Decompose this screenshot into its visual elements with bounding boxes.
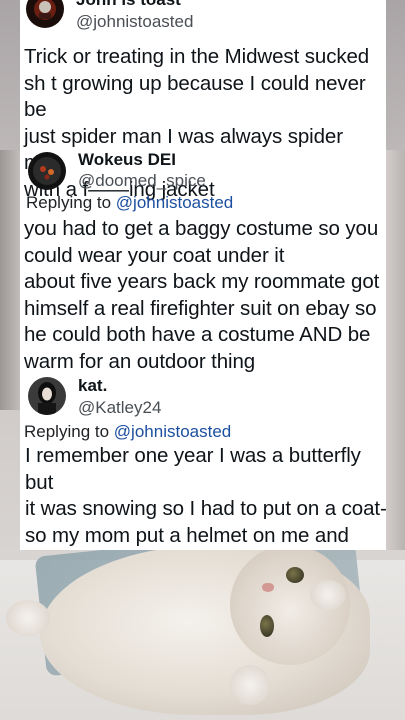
cat-nose: [262, 583, 274, 592]
display-name[interactable]: John is toast: [76, 0, 181, 10]
cat-eye: [286, 567, 304, 583]
display-name[interactable]: Wokeus DEI: [78, 150, 176, 170]
replying-to-mention[interactable]: @johnistoasted: [116, 193, 233, 212]
avatar[interactable]: [26, 0, 64, 28]
avatar[interactable]: [28, 152, 66, 190]
replying-to-label: Replying to: [24, 422, 110, 441]
display-name[interactable]: kat.: [78, 376, 107, 396]
cat-paw: [310, 580, 346, 610]
cat-eye: [260, 615, 274, 637]
tweet-text: I remember one year I was a butterfly bu…: [25, 444, 386, 547]
replying-to: Replying to @johnistoasted: [24, 422, 231, 442]
replying-to-mention[interactable]: @johnistoasted: [114, 422, 231, 441]
cat-paw: [230, 665, 270, 705]
user-handle[interactable]: @johnistoasted: [76, 12, 193, 32]
avatar[interactable]: [28, 377, 66, 415]
cat-paw: [6, 600, 50, 636]
tweet-text: you had to get a baggy costume so you co…: [24, 217, 380, 373]
user-handle[interactable]: @Katley24: [78, 398, 161, 418]
background-fabric-right: [383, 150, 405, 550]
user-handle[interactable]: @doomed_spice: [78, 171, 206, 191]
replying-to: Replying to @johnistoasted: [26, 193, 233, 213]
tweet-thread-card: John is toast @johnistoasted Trick or tr…: [20, 0, 386, 550]
replying-to-label: Replying to: [26, 193, 112, 212]
